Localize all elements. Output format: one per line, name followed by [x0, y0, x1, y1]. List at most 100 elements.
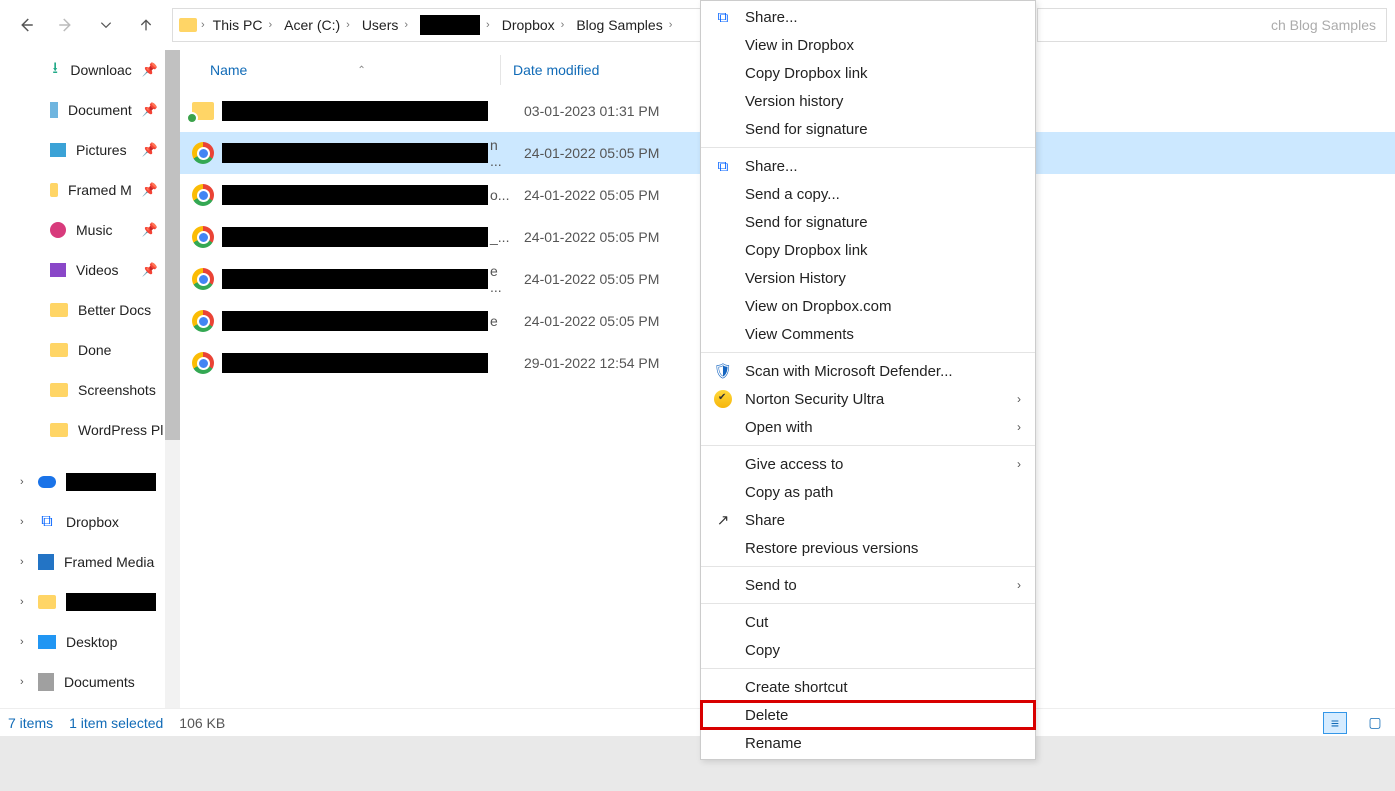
- file-date: 24-01-2022 05:05 PM: [524, 187, 659, 203]
- video-icon: [50, 263, 66, 277]
- chevron-right-icon[interactable]: ›: [20, 676, 24, 688]
- tiles-view-button[interactable]: ▢: [1363, 712, 1387, 734]
- chrome-icon: [192, 352, 214, 374]
- menu-item-version-history[interactable]: Version History: [701, 264, 1035, 292]
- menu-item-open-with[interactable]: Open with›: [701, 413, 1035, 441]
- menu-item-create-shortcut[interactable]: Create shortcut: [701, 673, 1035, 701]
- sidebar-root-dropbox[interactable]: › ⧉ Dropbox: [0, 502, 180, 542]
- sidebar-root-desktop[interactable]: › Desktop: [0, 622, 180, 662]
- crumb-redacted[interactable]: ›: [416, 15, 494, 35]
- menu-item-norton-security-ultra[interactable]: Norton Security Ultra›: [701, 385, 1035, 413]
- sidebar-item-downloads[interactable]: ⭳ Downloac 📌: [0, 50, 180, 90]
- back-button[interactable]: [8, 7, 44, 43]
- menu-item-copy[interactable]: Copy: [701, 636, 1035, 664]
- chevron-right-icon[interactable]: ›: [20, 556, 24, 568]
- folder-icon: [50, 303, 68, 317]
- redacted-label: [66, 593, 156, 611]
- download-icon: ⭳: [50, 61, 60, 79]
- menu-item-label: Create shortcut: [745, 679, 848, 696]
- folder-icon: [38, 595, 56, 609]
- sidebar-root-redacted[interactable]: ›: [0, 582, 180, 622]
- sidebar-root-onedrive[interactable]: ›: [0, 462, 180, 502]
- menu-item-share[interactable]: ⧉Share...: [701, 152, 1035, 180]
- folder-icon: [179, 18, 197, 32]
- search-input[interactable]: ch Blog Samples: [1037, 8, 1387, 42]
- chevron-right-icon: ›: [1017, 420, 1021, 434]
- folder-icon: [192, 102, 214, 120]
- share-icon: ↗: [713, 510, 733, 530]
- sidebar-root-documents[interactable]: › Documents: [0, 662, 180, 702]
- sidebar-item-framed[interactable]: Framed M 📌: [0, 170, 180, 210]
- menu-item-view-comments[interactable]: View Comments: [701, 320, 1035, 348]
- status-bar: 7 items 1 item selected 106 KB ≡ ▢: [0, 708, 1395, 736]
- search-placeholder: ch Blog Samples: [1271, 17, 1376, 33]
- menu-item-label: Send a copy...: [745, 186, 840, 203]
- menu-item-restore-previous-versions[interactable]: Restore previous versions: [701, 534, 1035, 562]
- chevron-right-icon[interactable]: ›: [20, 596, 24, 608]
- inactive-region: [0, 736, 1395, 791]
- sidebar-item-music[interactable]: Music 📌: [0, 210, 180, 250]
- filename-redacted: [222, 101, 488, 121]
- menu-item-copy-as-path[interactable]: Copy as path: [701, 478, 1035, 506]
- sidebar-item-done[interactable]: Done: [0, 330, 180, 370]
- filename-tail: _...: [490, 229, 510, 245]
- file-date: 24-01-2022 05:05 PM: [524, 271, 659, 287]
- menu-item-label: Copy Dropbox link: [745, 65, 868, 82]
- filename-tail: o...: [490, 187, 510, 203]
- menu-item-send-for-signature[interactable]: Send for signature: [701, 115, 1035, 143]
- pin-icon: 📌: [142, 62, 158, 78]
- menu-item-label: Send to: [745, 577, 797, 594]
- folder-icon: [50, 423, 68, 437]
- menu-item-delete[interactable]: Delete: [701, 701, 1035, 729]
- details-view-button[interactable]: ≡: [1323, 712, 1347, 734]
- chevron-right-icon[interactable]: ›: [20, 636, 24, 648]
- sidebar-root-framed[interactable]: › Framed Media: [0, 542, 180, 582]
- status-item-count: 7 items: [8, 715, 53, 731]
- crumb-dropbox[interactable]: Dropbox›: [498, 17, 569, 33]
- menu-item-rename[interactable]: Rename: [701, 729, 1035, 757]
- menu-item-label: Copy Dropbox link: [745, 242, 868, 259]
- column-name[interactable]: Name ⌃: [180, 62, 500, 78]
- filename-redacted: [222, 353, 488, 373]
- up-button[interactable]: [128, 7, 164, 43]
- dropbox-icon: ⧉: [713, 7, 733, 27]
- menu-item-send-a-copy[interactable]: Send a copy...: [701, 180, 1035, 208]
- sidebar-item-videos[interactable]: Videos 📌: [0, 250, 180, 290]
- filename-redacted: [222, 311, 488, 331]
- menu-item-send-for-signature[interactable]: Send for signature: [701, 208, 1035, 236]
- menu-item-cut[interactable]: Cut: [701, 608, 1035, 636]
- status-size: 106 KB: [179, 715, 225, 731]
- scrollbar[interactable]: [165, 50, 180, 708]
- chevron-right-icon[interactable]: ›: [20, 476, 24, 488]
- document-icon: [38, 673, 54, 691]
- chevron-right-icon[interactable]: ›: [20, 516, 24, 528]
- recent-dropdown[interactable]: [88, 7, 124, 43]
- menu-item-send-to[interactable]: Send to›: [701, 571, 1035, 599]
- crumb-drive[interactable]: Acer (C:)›: [280, 17, 354, 33]
- sidebar-item-documents[interactable]: Document 📌: [0, 90, 180, 130]
- menu-item-copy-dropbox-link[interactable]: Copy Dropbox link: [701, 59, 1035, 87]
- main: ⭳ Downloac 📌 Document 📌 Pictures 📌 Frame…: [0, 50, 1395, 708]
- menu-item-label: Share: [745, 512, 785, 529]
- menu-item-label: Send for signature: [745, 121, 868, 138]
- sidebar-item-pictures[interactable]: Pictures 📌: [0, 130, 180, 170]
- column-date[interactable]: Date modified: [501, 62, 599, 78]
- menu-item-view-in-dropbox[interactable]: View in Dropbox: [701, 31, 1035, 59]
- menu-item-copy-dropbox-link[interactable]: Copy Dropbox link: [701, 236, 1035, 264]
- menu-item-scan-with-microsoft-defender[interactable]: 🛡Scan with Microsoft Defender...: [701, 357, 1035, 385]
- menu-item-version-history[interactable]: Version history: [701, 87, 1035, 115]
- menu-item-share[interactable]: ⧉Share...: [701, 3, 1035, 31]
- crumb-users[interactable]: Users›: [358, 17, 412, 33]
- separator: [701, 445, 1035, 446]
- crumb-this-pc[interactable]: This PC›: [209, 17, 276, 33]
- pin-icon: 📌: [142, 102, 158, 118]
- menu-item-label: Copy as path: [745, 484, 833, 501]
- menu-item-share[interactable]: ↗ Share: [701, 506, 1035, 534]
- sidebar-item-betterdocs[interactable]: Better Docs: [0, 290, 180, 330]
- menu-item-give-access-to[interactable]: Give access to›: [701, 450, 1035, 478]
- sidebar-item-screenshots[interactable]: Screenshots: [0, 370, 180, 410]
- menu-item-view-on-dropbox-com[interactable]: View on Dropbox.com: [701, 292, 1035, 320]
- sidebar-item-wordpress[interactable]: WordPress Pl: [0, 410, 180, 450]
- crumb-blog-samples[interactable]: Blog Samples›: [572, 17, 676, 33]
- forward-button[interactable]: [48, 7, 84, 43]
